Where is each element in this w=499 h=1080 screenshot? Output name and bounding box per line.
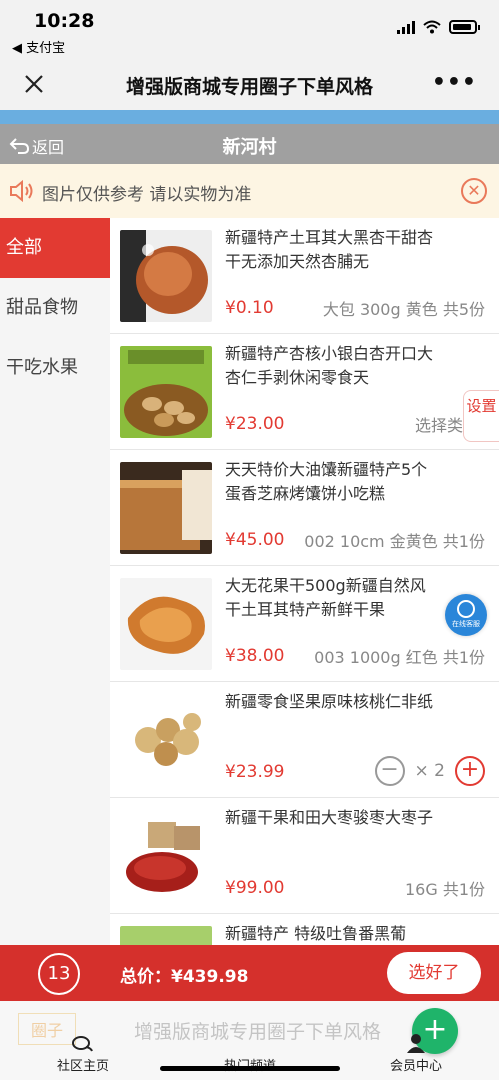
product-name: 天天特价大油馕新疆特产5个蛋香芝麻烤馕饼小吃糕 — [225, 460, 428, 503]
product-price: ¥0.10 — [225, 298, 274, 318]
product-item[interactable]: 天天特价大油馕新疆特产5个蛋香芝麻烤馕饼小吃糕 ¥45.00 002 10cm … — [110, 450, 499, 566]
tab-hot-channel[interactable]: + 热门频道 — [185, 1008, 458, 1074]
tab-member-label: 会员中心 — [389, 1059, 442, 1074]
back-to-app-link[interactable]: ◀ 支付宝 — [12, 37, 65, 56]
product-price: ¥45.00 — [225, 530, 285, 550]
category-dried-fruit[interactable]: 干吃水果 — [0, 338, 110, 398]
select-options-button[interactable]: 选择类 — [415, 412, 463, 436]
quantity-stepper: − × 2 + — [374, 756, 485, 786]
product-price: ¥99.00 — [225, 878, 285, 898]
notice-text: 图片仅供参考 请以实物为准 — [42, 185, 252, 205]
signal-icon — [397, 20, 415, 34]
product-item[interactable]: 大无花果干500g新疆自然风干土耳其特产新鲜干果 ¥38.00 003 1000… — [110, 566, 499, 682]
product-image — [120, 578, 212, 670]
product-name: 大无花果干500g新疆自然风干土耳其特产新鲜干果 — [225, 576, 426, 619]
sub-header: 返回 新河村 — [0, 124, 499, 164]
nav-divider-strip — [0, 110, 499, 124]
product-item[interactable]: 新疆零食坚果原味核桃仁非纸 ¥23.99 − × 2 + — [110, 682, 499, 798]
product-item[interactable]: 新疆干果和田大枣骏枣大枣子 ¥99.00 16G 共1份 — [110, 798, 499, 914]
page-title: 增强版商城专用圈子下单风格 — [125, 76, 373, 98]
product-spec: 002 10cm 金黄色 共1份 — [304, 532, 485, 551]
product-image — [120, 462, 212, 554]
product-item[interactable]: 新疆特产 特级吐鲁番黑葡 — [110, 914, 499, 945]
checkout-button[interactable]: 选好了 — [387, 952, 481, 994]
product-image — [120, 230, 212, 322]
product-name: 新疆特产土耳其大黑杏干甜杏干无添加天然杏脯无 — [225, 228, 434, 271]
tab-member[interactable]: 会员中心 — [351, 1033, 481, 1074]
product-name: 新疆零食坚果原味核桃仁非纸 — [225, 692, 434, 711]
notice-bar: 图片仅供参考 请以实物为准 ✕ — [0, 164, 499, 218]
cart-total: 总价：¥439.98 — [120, 967, 249, 987]
product-name: 新疆特产杏核小银白杏开口大杏仁手剥休闲零食天 — [225, 344, 434, 387]
status-icons — [397, 20, 480, 34]
product-image — [120, 694, 212, 786]
user-icon — [407, 1034, 425, 1053]
increase-quantity-button[interactable]: + — [455, 756, 485, 786]
home-indicator — [160, 1066, 340, 1071]
product-spec: 16G 共1份 — [404, 880, 485, 899]
store-title: 新河村 — [222, 137, 277, 158]
nav-bar: 增强版商城专用圈子下单风格 ••• — [0, 58, 499, 110]
speaker-icon — [10, 179, 33, 203]
settings-float-button[interactable]: 设置 — [463, 390, 499, 442]
tab-bar: 社区主页 + 热门频道 会员中心 — [0, 1008, 499, 1080]
headset-icon — [457, 600, 475, 618]
product-list: 新疆特产土耳其大黑杏干甜杏干无添加天然杏脯无 ¥0.10 大包 300g 黄色 … — [110, 218, 499, 945]
notice-close-button[interactable]: ✕ — [461, 178, 487, 204]
wifi-icon — [423, 20, 441, 34]
chat-bubbles-icon — [72, 1036, 93, 1052]
category-all[interactable]: 全部 — [0, 218, 110, 278]
tab-home-label: 社区主页 — [56, 1059, 109, 1074]
product-image — [120, 346, 212, 438]
product-name: 新疆干果和田大枣骏枣大枣子 — [225, 808, 434, 827]
product-name: 新疆特产 特级吐鲁番黑葡 — [225, 924, 407, 943]
decrease-quantity-button[interactable]: − — [374, 756, 405, 786]
product-image — [120, 810, 212, 902]
product-item[interactable]: 新疆特产杏核小银白杏开口大杏仁手剥休闲零食天 ¥23.00 选择类 — [110, 334, 499, 450]
category-desserts[interactable]: 甜品食物 — [0, 278, 110, 338]
customer-service-button[interactable]: 在线客服 — [445, 594, 487, 636]
status-time: 10:28 — [34, 10, 95, 32]
product-item[interactable]: 新疆特产土耳其大黑杏干甜杏干无添加天然杏脯无 ¥0.10 大包 300g 黄色 … — [110, 218, 499, 334]
customer-service-label: 在线客服 — [452, 620, 480, 628]
product-price: ¥23.00 — [225, 414, 285, 434]
product-price: ¥23.99 — [225, 762, 285, 782]
more-menu-button[interactable]: ••• — [432, 70, 477, 95]
product-spec: 003 1000g 红色 共1份 — [314, 648, 485, 667]
cart-bar: 13 总价：¥439.98 选好了 — [0, 945, 499, 1001]
cart-count-badge[interactable]: 13 — [38, 953, 80, 995]
tab-home[interactable]: 社区主页 — [18, 1035, 148, 1074]
product-price: ¥38.00 — [225, 646, 285, 666]
category-sidebar: 全部 甜品食物 干吃水果 — [0, 218, 110, 945]
product-image — [120, 926, 212, 945]
product-spec: 大包 300g 黄色 共5份 — [322, 300, 485, 319]
quantity-value: × 2 — [414, 761, 445, 781]
battery-icon — [449, 20, 480, 34]
status-bar: 10:28 ◀ 支付宝 — [0, 0, 499, 58]
